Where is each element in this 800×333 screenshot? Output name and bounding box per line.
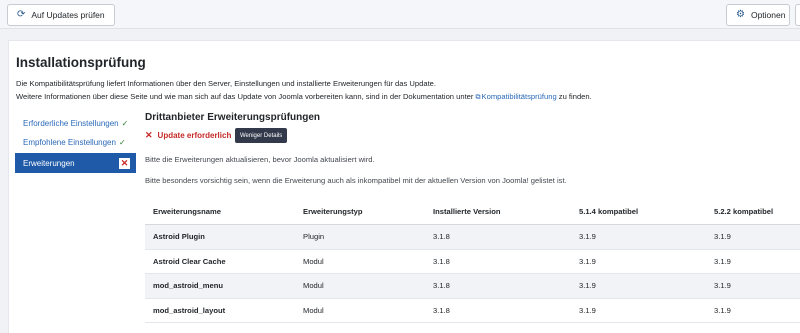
table-header-row: Erweiterungsname Erweiterungstyp Install… [145,198,800,225]
compat-514-cell: 3.1.9 [579,281,596,291]
nav-item-recommended-settings[interactable]: Empfohlene Einstellungen ✓ [15,133,136,152]
refresh-icon: ⟳ [17,9,26,20]
compat-514-cell: 3.1.9 [579,232,596,242]
error-icon: ✕ [119,157,130,169]
options-button[interactable]: ⚙ Optionen [726,4,790,26]
column-header: 5.1.4 kompatibel [579,206,639,216]
nav-item-label: Erforderliche Einstellungen [23,119,119,128]
extension-type-cell: Modul [303,256,324,266]
installed-version-cell: 3.1.8 [433,305,450,315]
check-updates-label: Auf Updates prüfen [31,10,105,20]
compatibility-hint: Bitte besonders vorsichtig sein, wenn di… [145,176,567,185]
table-row: Astroid Clear Cache Modul 3.1.8 3.1.9 3.… [145,250,800,274]
nav-item-label: Empfohlene Einstellungen [23,138,116,147]
update-required-status: ✕ Update erforderlich [145,130,232,140]
extension-type-cell: Plugin [303,232,325,242]
options-label: Optionen [750,10,786,20]
extension-type-cell: Modul [303,305,324,315]
gear-icon: ⚙ [736,9,745,20]
table-row: Astroid Plugin Plugin 3.1.8 3.1.9 3.1.9 [145,225,800,250]
check-icon: ✓ [121,119,129,128]
check-icon: ✓ [118,138,126,147]
compat-522-cell: 3.1.9 [714,281,731,291]
intro-doc-text: Weitere Informationen über diese Seite u… [16,92,592,101]
compat-514-cell: 3.1.9 [579,256,596,266]
toolbar-overflow-button[interactable] [795,4,800,26]
update-hint: Bitte die Erweiterungen aktualisieren, b… [145,155,375,164]
extension-name-cell: mod_astroid_menu [153,281,224,291]
page-title: Installationsprüfung [16,55,146,70]
external-link-icon: ⧉ [475,94,481,101]
extension-name-cell: Astroid Clear Cache [153,256,226,266]
table-row: mod_astroid_menu Modul 3.1.8 3.1.9 3.1.9 [145,274,800,299]
table-row: mod_astroid_layout Modul 3.1.8 3.1.9 3.1… [145,299,800,323]
section-title: Drittanbieter Erweiterungsprüfungen [145,112,321,123]
column-header: Installierte Version [433,206,501,216]
documentation-link[interactable]: ⧉Kompatibilitätsprüfung [476,92,557,101]
compat-514-cell: 3.1.9 [579,305,596,315]
close-icon: ✕ [145,130,153,140]
extension-name-cell: mod_astroid_layout [153,305,226,315]
nav-item-label: Erweiterungen [23,158,75,168]
column-header: Erweiterungsname [153,206,221,216]
check-updates-button[interactable]: ⟳ Auf Updates prüfen [7,4,115,26]
installed-version-cell: 3.1.8 [433,256,450,266]
column-header: Erweiterungstyp [303,206,363,216]
nav-item-required-settings[interactable]: Erforderliche Einstellungen ✓ [15,114,136,133]
extension-type-cell: Modul [303,281,324,291]
toolbar: ⟳ Auf Updates prüfen ⚙ Optionen [0,0,800,29]
nav-item-extensions[interactable]: Erweiterungen ✕ [15,153,136,173]
intro-text: Die Kompatibilitätsprüfung liefert Infor… [16,79,437,88]
compat-522-cell: 3.1.9 [714,232,731,242]
compat-522-cell: 3.1.9 [714,256,731,266]
column-header: 5.2.2 kompatibel [714,206,774,216]
extensions-table: Erweiterungsname Erweiterungstyp Install… [145,198,800,323]
installed-version-cell: 3.1.8 [433,281,450,291]
installed-version-cell: 3.1.8 [433,232,450,242]
compat-522-cell: 3.1.9 [714,305,731,315]
extension-name-cell: Astroid Plugin [153,232,205,242]
less-details-button[interactable]: Weniger Details [235,128,288,143]
